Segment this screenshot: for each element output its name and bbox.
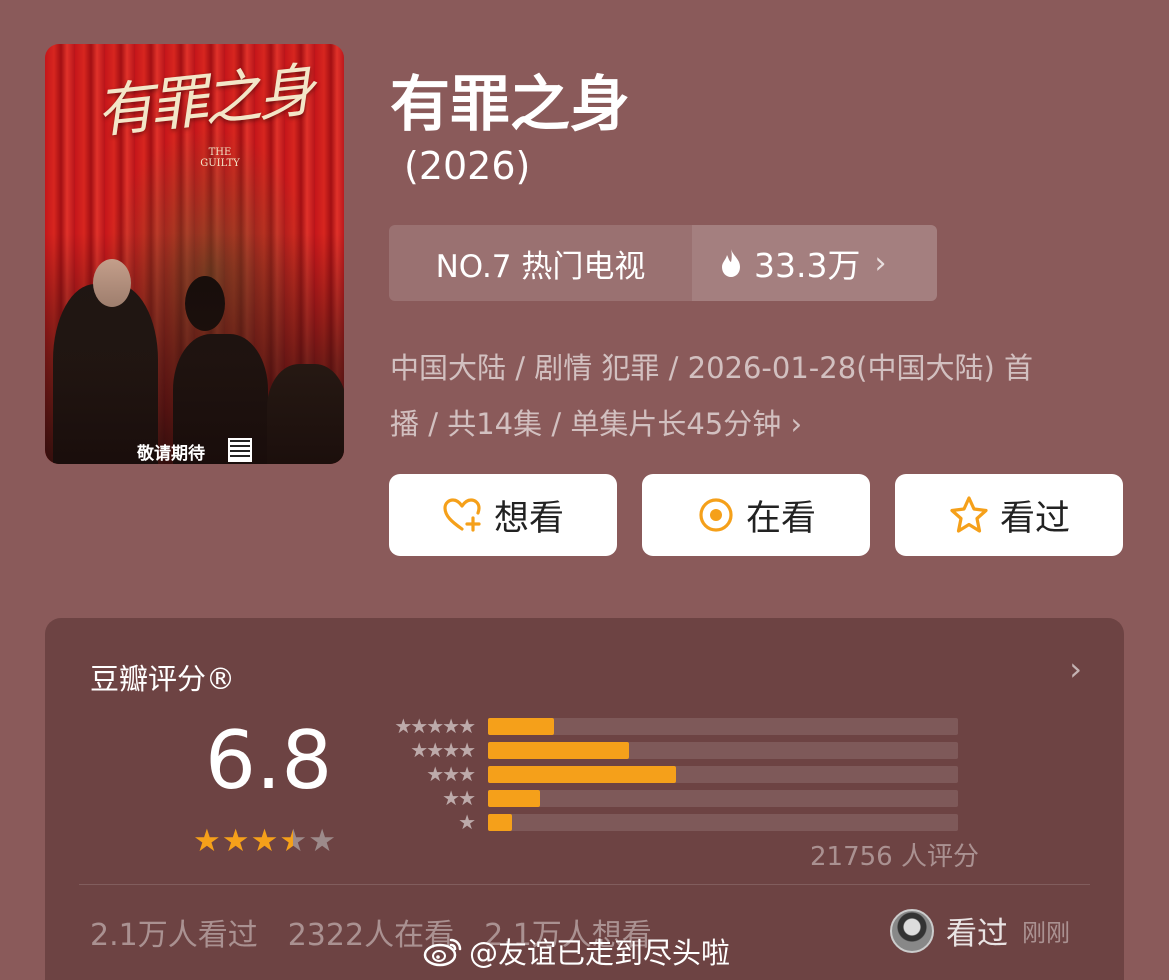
metadata-line: 中国大陆 / 剧情 犯罪 / 2026-01-28(中国大陆) 首 [390,351,1034,385]
poster-shade [45,233,344,464]
page-title: 有罪之身 [390,70,630,140]
want-to-watch-label: 想看 [493,498,564,539]
rank-banner[interactable]: NO.7 热门电视 33.3万 › [389,225,937,301]
watermark: @友谊已走到尽头啦 [423,930,730,972]
rating-bar-track [488,789,958,807]
chevron-right-icon: › [790,407,803,441]
divider [79,884,1090,885]
chevron-right-icon[interactable]: › [1069,650,1082,688]
rating-bar-fill [488,741,629,759]
heart-plus-icon [443,498,481,532]
row-stars-icon: ★★★★ [410,738,476,762]
rating-row: ★★★★ [383,738,958,762]
metadata-line: 播 / 共14集 / 单集片长45分钟 › [390,396,1120,452]
star-icon: ★ [221,823,250,859]
rating-distribution: ★★★★★ ★★★★ ★★★ ★★ ★ [383,714,958,834]
watching-button[interactable]: 在看 [642,474,870,556]
rank-label[interactable]: NO.7 热门电视 [389,225,692,301]
row-stars-icon: ★★★★★ [394,714,476,738]
star-outline-icon [950,496,988,533]
flame-icon [722,249,740,277]
watched-count[interactable]: 2.1万人看过 [90,910,258,954]
qr-code-icon [228,438,252,462]
rating-row: ★★ [383,786,958,810]
poster-title-en: THE GUILTY [200,147,240,169]
poster-title-art: 有罪之身 [92,55,315,147]
rating-bar-track [488,741,958,759]
rating-card[interactable]: 豆瓣评分® › 6.8 ★ ★ ★ ★ ★ ★★★★★ ★★★★ ★★★ ★★ ★ 21756 … [45,618,1124,980]
rating-stars: ★ ★ ★ ★ ★ [193,823,337,859]
rating-bar-track [488,717,958,735]
star-icon: ★ [279,823,308,859]
rating-title: 豆瓣评分® [90,662,236,696]
release-year: (2026) [404,144,531,188]
rating-bar-track [488,765,958,783]
my-status-time: 刚刚 [1022,919,1070,947]
rating-row: ★★★★★ [383,714,958,738]
metadata-text: 播 / 共14集 / 单集片长45分钟 [390,407,782,441]
my-status-label: 看过 [946,916,1008,952]
star-icon: ★ [250,823,279,859]
want-to-watch-button[interactable]: 想看 [389,474,617,556]
rating-bar-fill [488,789,540,807]
weibo-icon [423,938,462,967]
row-stars-icon: ★★★ [426,762,476,786]
rating-bar-fill [488,717,554,735]
avatar[interactable] [890,908,934,953]
chevron-right-icon: › [874,245,887,281]
row-stars-icon: ★★ [442,786,476,810]
heat-indicator[interactable]: 33.3万 › [692,225,937,301]
watching-label: 在看 [745,498,816,539]
rating-bar-fill [488,765,676,783]
heat-value: 33.3万 [754,246,861,285]
watched-label: 看过 [999,498,1070,539]
watched-button[interactable]: 看过 [895,474,1123,556]
poster-tagline: 敬请期待 [137,444,205,464]
star-icon: ★ [193,823,221,859]
rating-row: ★ [383,810,958,834]
show-metadata[interactable]: 中国大陆 / 剧情 犯罪 / 2026-01-28(中国大陆) 首 播 / 共1… [390,340,1120,452]
rating-count: 21756 人评分 [810,842,979,872]
star-icon: ★ [308,823,336,859]
poster-image[interactable]: 有罪之身 THE GUILTY 敬请期待 [45,44,344,464]
rating-score: 6.8 [205,714,333,807]
watermark-text: @友谊已走到尽头啦 [469,936,731,970]
rating-bar-track [488,813,958,831]
row-stars-icon: ★ [458,810,476,834]
my-status[interactable]: 看过 刚刚 [890,908,1070,953]
rating-row: ★★★ [383,762,958,786]
rating-bar-fill [488,813,512,831]
target-circle-icon [699,498,733,532]
